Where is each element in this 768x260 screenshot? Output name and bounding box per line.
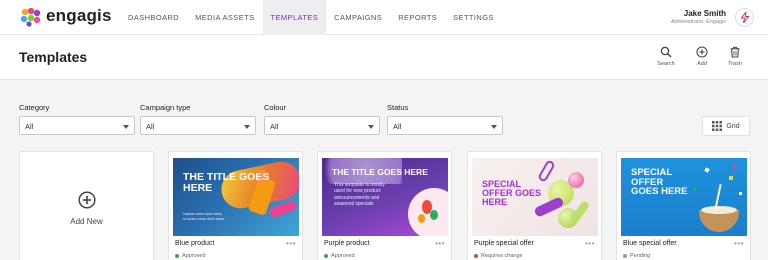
- nav-item-templates[interactable]: TEMPLATES: [262, 0, 327, 35]
- template-card[interactable]: SPECIAL OFFER GOES HERE Purple special o…: [467, 151, 602, 260]
- status-select-value: All: [393, 122, 402, 131]
- nav-item-reports[interactable]: REPORTS: [390, 0, 445, 35]
- nav-item-campaigns[interactable]: CAMPAIGNS: [326, 0, 390, 35]
- chevron-down-icon: [368, 125, 374, 129]
- thumbnail-headline: THE TITLE GOES HERE: [332, 167, 428, 177]
- grid-icon: [712, 121, 723, 131]
- status-text: Requires change: [481, 253, 523, 259]
- template-card[interactable]: SPECIAL OFFER GOES HERE Blue special off…: [616, 151, 751, 260]
- chevron-down-icon: [491, 125, 497, 129]
- campaign-type-select[interactable]: All: [140, 116, 256, 135]
- card-title: Purple special offer: [474, 240, 534, 247]
- nav-item-media-assets[interactable]: MEDIA ASSETS: [187, 0, 262, 35]
- more-options-icon[interactable]: •••: [435, 239, 445, 248]
- search-label: Search: [657, 61, 675, 67]
- thumbnail-headline: SPECIAL OFFER GOES HERE: [482, 179, 542, 208]
- status-dot: [175, 254, 179, 258]
- thumbnail-body: This template is mostly used for new pro…: [334, 182, 385, 207]
- thumbnail-body: Imphas amet dolor deep sit amet conse do…: [183, 212, 225, 221]
- category-select-value: All: [25, 122, 34, 131]
- status-select[interactable]: All: [387, 116, 503, 135]
- add-new-card[interactable]: Add New: [19, 151, 154, 260]
- more-options-icon[interactable]: •••: [286, 239, 296, 248]
- page-title: Templates: [19, 49, 88, 65]
- page-header: Templates Search Add Trash: [0, 35, 768, 80]
- category-filter: Category All: [19, 103, 135, 135]
- plus-circle-icon: [77, 191, 96, 209]
- grid-view-label: Grid: [726, 122, 740, 130]
- status-dot: [474, 254, 478, 258]
- app-logo-text[interactable]: engagis: [46, 6, 112, 26]
- trash-button[interactable]: Trash: [720, 46, 750, 67]
- thumbnail-headline: SPECIAL OFFER GOES HERE: [631, 167, 688, 198]
- status-badge: Approved: [175, 253, 206, 259]
- nav-item-dashboard[interactable]: DASHBOARD: [120, 0, 187, 35]
- add-button[interactable]: Add: [687, 46, 717, 67]
- colour-filter-label: Colour: [264, 103, 287, 112]
- category-select[interactable]: All: [19, 116, 135, 135]
- status-text: Approved: [182, 253, 206, 259]
- campaign-type-filter-label: Campaign type: [140, 103, 191, 112]
- card-title: Blue product: [175, 240, 215, 247]
- add-label: Add: [697, 61, 707, 67]
- plus-circle-icon: [696, 46, 708, 58]
- template-thumbnail[interactable]: THE TITLE GOES HERE Imphas amet dolor de…: [173, 158, 299, 236]
- more-options-icon[interactable]: •••: [585, 239, 595, 248]
- status-badge: Approved: [324, 253, 355, 259]
- trash-icon: [730, 46, 740, 58]
- status-text: Pending: [630, 253, 651, 259]
- avatar[interactable]: [735, 8, 754, 27]
- category-filter-label: Category: [19, 103, 50, 112]
- card-title: Blue special offer: [623, 240, 677, 247]
- status-dot: [623, 254, 627, 258]
- template-thumbnail[interactable]: SPECIAL OFFER GOES HERE: [472, 158, 598, 236]
- add-new-label: Add New: [70, 217, 103, 226]
- template-card[interactable]: THE TITLE GOES HERE This template is mos…: [317, 151, 452, 260]
- nav-item-settings[interactable]: SETTINGS: [445, 0, 502, 35]
- campaign-type-select-value: All: [146, 122, 155, 131]
- template-thumbnail[interactable]: SPECIAL OFFER GOES HERE: [621, 158, 747, 236]
- lightning-icon: [740, 12, 750, 23]
- more-options-icon[interactable]: •••: [734, 239, 744, 248]
- thumbnail-headline: THE TITLE GOES HERE: [183, 171, 270, 194]
- user-name: Jake Smith: [683, 9, 726, 18]
- user-info[interactable]: Jake Smith Administrator, Engagis: [671, 9, 726, 25]
- colour-select[interactable]: All: [264, 116, 380, 135]
- main-nav: DASHBOARD MEDIA ASSETS TEMPLATES CAMPAIG…: [120, 0, 502, 35]
- status-badge: Pending: [623, 253, 650, 259]
- trash-label: Trash: [728, 61, 742, 67]
- top-navigation-bar: engagis DASHBOARD MEDIA ASSETS TEMPLATES…: [0, 0, 768, 35]
- status-text: Approved: [331, 253, 355, 259]
- template-card[interactable]: THE TITLE GOES HERE Imphas amet dolor de…: [168, 151, 303, 260]
- status-filter-label: Status: [387, 103, 409, 112]
- colour-select-value: All: [270, 122, 279, 131]
- chevron-down-icon: [244, 125, 250, 129]
- colour-filter: Colour All: [264, 103, 380, 135]
- chevron-down-icon: [123, 125, 129, 129]
- status-dot: [324, 254, 328, 258]
- grid-view-toggle[interactable]: Grid: [702, 116, 750, 136]
- search-button[interactable]: Search: [651, 46, 681, 67]
- template-thumbnail[interactable]: THE TITLE GOES HERE This template is mos…: [322, 158, 448, 236]
- campaign-type-filter: Campaign type All: [140, 103, 256, 135]
- search-icon: [660, 46, 672, 58]
- status-badge: Requires change: [474, 253, 523, 259]
- card-title: Purple product: [324, 240, 370, 247]
- user-role: Administrator, Engagis: [670, 19, 726, 25]
- engagis-logo-icon: [20, 7, 41, 27]
- status-filter: Status All: [387, 103, 503, 135]
